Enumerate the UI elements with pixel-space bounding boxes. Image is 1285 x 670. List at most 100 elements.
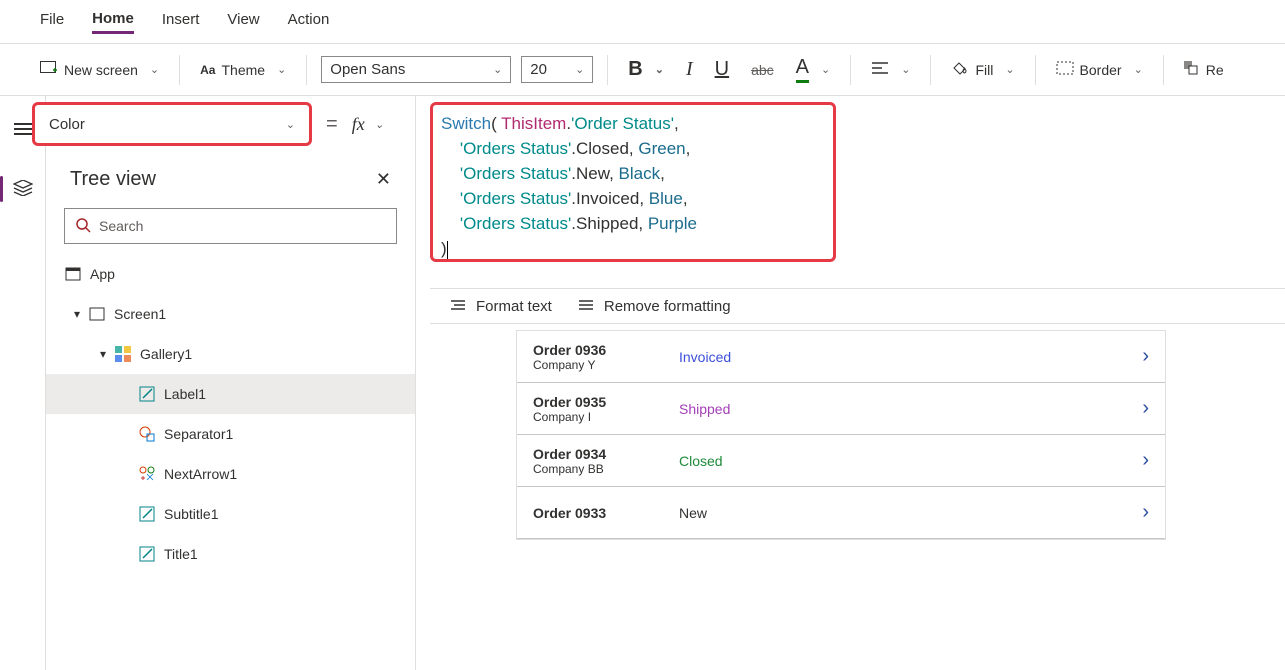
property-selector[interactable]: Color ⌄ (32, 102, 312, 146)
layers-icon (13, 180, 33, 199)
next-icon (138, 465, 156, 483)
separator (1163, 55, 1164, 85)
format-icon (450, 298, 466, 315)
order-row[interactable]: Order 0936Company YInvoiced› (517, 331, 1165, 383)
order-row[interactable]: Order 0935Company IShipped› (517, 383, 1165, 435)
left-rail (0, 96, 46, 670)
chevron-down-icon: ⌄ (150, 63, 159, 76)
separator (850, 55, 851, 85)
reorder-icon (1184, 61, 1200, 78)
app-icon (64, 265, 82, 283)
italic-button[interactable]: I (680, 54, 699, 85)
menu-insert[interactable]: Insert (162, 11, 200, 32)
tree-node-label: Subtitle1 (164, 506, 218, 522)
remove-formatting-button[interactable]: Remove formatting (578, 298, 731, 315)
tree-title: Tree view (70, 168, 156, 191)
menu-file[interactable]: File (40, 11, 64, 32)
search-icon (75, 217, 91, 236)
tree-node-label: Label1 (164, 386, 206, 402)
tree-node-label: Separator1 (164, 426, 233, 442)
label-icon (138, 505, 156, 523)
fill-button[interactable]: Fill⌄ (945, 56, 1020, 83)
menu-home[interactable]: Home (92, 10, 134, 34)
tree-node-label: Screen1 (114, 306, 166, 322)
order-status: Invoiced (673, 349, 1142, 365)
order-row[interactable]: Order 0934Company BBClosed› (517, 435, 1165, 487)
label-icon (138, 545, 156, 563)
tree-node-app[interactable]: App (46, 254, 415, 294)
chevron-right-icon[interactable]: › (1142, 397, 1149, 420)
caret-icon[interactable] (74, 307, 80, 321)
order-subtitle: Company I (533, 410, 673, 424)
menu-view[interactable]: View (227, 11, 259, 32)
separator (306, 55, 307, 85)
close-tree-button[interactable]: ✕ (376, 169, 391, 190)
formula-toolbar: Format text Remove formatting (430, 288, 1285, 324)
tree-node-screen1[interactable]: Screen1 (46, 294, 415, 334)
reorder-button[interactable]: Re (1178, 57, 1230, 82)
tree-node-label: App (90, 266, 115, 282)
chevron-right-icon[interactable]: › (1142, 345, 1149, 368)
chevron-right-icon[interactable]: › (1142, 501, 1149, 524)
theme-button[interactable]: Aa Theme ⌄ (194, 58, 292, 82)
label-icon (138, 385, 156, 403)
font-picker-value: Open Sans (330, 61, 405, 78)
tree-node-gallery1[interactable]: Gallery1 (46, 334, 415, 374)
menu-bar: File Home Insert View Action (0, 0, 1285, 44)
order-status: Shipped (673, 401, 1142, 417)
chevron-right-icon[interactable]: › (1142, 449, 1149, 472)
ribbon: New screen ⌄ Aa Theme ⌄ Open Sans ⌄ 20 ⌄… (0, 44, 1285, 96)
order-subtitle: Company BB (533, 462, 673, 476)
font-size-value: 20 (530, 61, 547, 78)
formula-bar[interactable]: Switch( ThisItem.'Order Status', 'Orders… (430, 102, 836, 262)
tree-search-input[interactable]: Search (64, 208, 397, 244)
bold-button[interactable]: B⌄ (622, 54, 670, 85)
tree-node-title1[interactable]: Title1 (46, 534, 415, 574)
paint-bucket-icon (951, 60, 969, 79)
order-title: Order 0933 (533, 505, 673, 521)
tree-node-subtitle1[interactable]: Subtitle1 (46, 494, 415, 534)
font-select[interactable]: Open Sans ⌄ (321, 56, 511, 83)
tree-node-label: NextArrow1 (164, 466, 237, 482)
tree-node-nextarrow1[interactable]: NextArrow1 (46, 454, 415, 494)
font-size-select[interactable]: 20 ⌄ (521, 56, 593, 83)
gallery-icon (114, 345, 132, 363)
remove-format-icon (578, 298, 594, 315)
tree-node-label: Gallery1 (140, 346, 192, 362)
strikethrough-button[interactable]: abc (745, 58, 780, 82)
tree-list: App Screen1 Gallery1 Label1 Separator1 NextAr… (46, 254, 415, 670)
fx-button[interactable]: fx⌄ (352, 114, 384, 135)
order-status: Closed (673, 453, 1142, 469)
align-icon (871, 61, 889, 78)
remove-formatting-label: Remove formatting (604, 298, 731, 315)
separator (607, 55, 608, 85)
caret-icon[interactable] (100, 347, 106, 361)
new-screen-label: New screen (64, 62, 138, 78)
order-title: Order 0935 (533, 394, 673, 410)
underline-button[interactable]: U (709, 54, 735, 85)
border-icon (1056, 61, 1074, 78)
format-text-button[interactable]: Format text (450, 298, 552, 315)
order-status: New (673, 505, 1142, 521)
tree-node-separator1[interactable]: Separator1 (46, 414, 415, 454)
equals-label: = (326, 113, 338, 136)
order-title: Order 0936 (533, 342, 673, 358)
border-button[interactable]: Border⌄ (1050, 57, 1149, 82)
new-screen-icon (40, 61, 58, 78)
tree-node-label: Title1 (164, 546, 198, 562)
property-name: Color (49, 116, 85, 133)
order-row[interactable]: Order 0933New› (517, 487, 1165, 539)
align-button[interactable]: ⌄ (865, 57, 916, 82)
separator (1035, 55, 1036, 85)
tree-panel: Color ⌄ = fx⌄ Tree view ✕ Search AppScre… (46, 96, 416, 670)
font-color-button[interactable]: A⌄ (790, 52, 837, 87)
theme-icon: Aa (200, 63, 215, 77)
rail-tree-view[interactable] (6, 172, 40, 206)
new-screen-button[interactable]: New screen ⌄ (34, 57, 165, 82)
order-title: Order 0934 (533, 446, 673, 462)
chevron-down-icon: ⌄ (493, 63, 502, 76)
search-placeholder: Search (99, 218, 143, 234)
border-label: Border (1080, 62, 1122, 78)
tree-node-label1[interactable]: Label1 (46, 374, 415, 414)
menu-action[interactable]: Action (288, 11, 330, 32)
